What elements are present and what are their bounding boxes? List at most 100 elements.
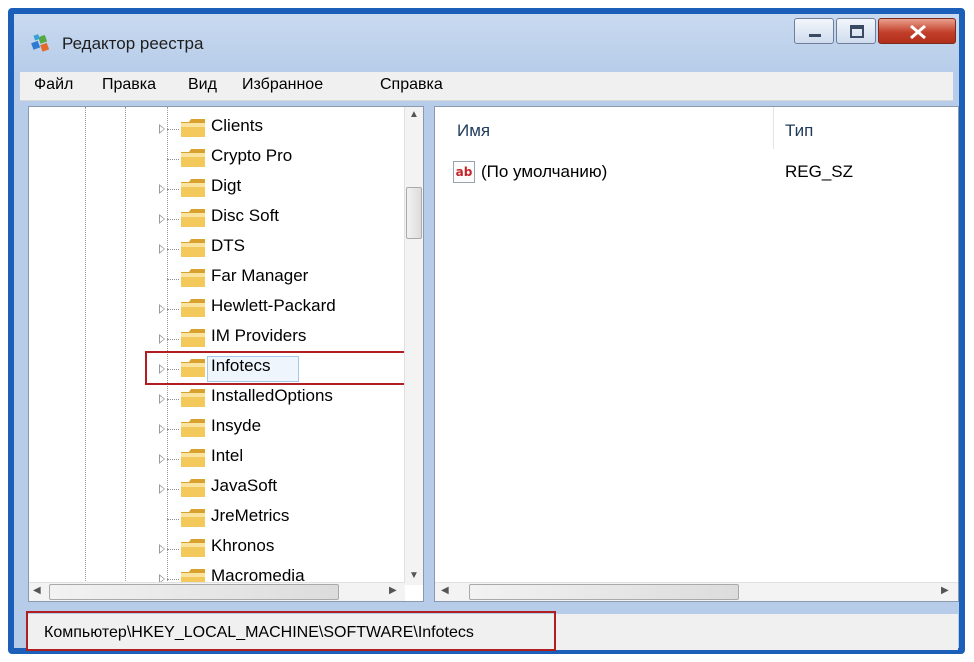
tree-item-label: Far Manager	[211, 266, 309, 285]
tree-connector	[167, 459, 179, 460]
tree-item-label: Infotecs	[211, 356, 271, 375]
folder-icon	[180, 388, 206, 408]
expand-arrow-icon[interactable]	[159, 424, 165, 434]
folder-icon	[180, 508, 206, 528]
expand-arrow-icon[interactable]	[159, 544, 165, 554]
tree-item-label: Clients	[211, 116, 263, 135]
tree-item-label: Intel	[211, 446, 244, 465]
menu-favorites[interactable]: Избранное	[242, 76, 323, 94]
folder-icon	[180, 538, 206, 558]
tree-item[interactable]: Crypto Pro	[29, 143, 409, 173]
tree-item[interactable]: DTS	[29, 233, 409, 263]
tree-connector	[167, 519, 179, 520]
tree-vscroll-thumb[interactable]	[406, 187, 422, 239]
tree-connector	[167, 579, 179, 580]
tree-item-label: DTS	[211, 236, 245, 255]
minimize-button[interactable]	[794, 18, 834, 44]
window-title: Редактор реестра	[62, 34, 204, 53]
menu-edit[interactable]: Правка	[102, 76, 156, 94]
maximize-button[interactable]	[836, 18, 876, 44]
column-header-type[interactable]: Тип	[785, 121, 813, 141]
scroll-left-arrow-icon[interactable]: ◀	[441, 585, 449, 596]
tree-connector	[167, 489, 179, 490]
menu-view[interactable]: Вид	[188, 76, 217, 94]
tree-item[interactable]: IM Providers	[29, 323, 409, 353]
tree-connector	[167, 189, 179, 190]
tree-item-label: Insyde	[211, 416, 262, 435]
tree-item-label: Digt	[211, 176, 242, 195]
tree-connector	[167, 129, 179, 130]
expand-arrow-icon[interactable]	[159, 394, 165, 404]
tree-item-label: Hewlett-Packard	[211, 296, 336, 315]
list-hscroll-thumb[interactable]	[469, 584, 739, 600]
tree-connector	[167, 279, 179, 280]
expand-arrow-icon[interactable]	[159, 454, 165, 464]
value-name: (По умолчанию)	[481, 162, 608, 181]
value-type: REG_SZ	[785, 162, 854, 181]
tree-connector	[167, 219, 179, 220]
expand-arrow-icon[interactable]	[159, 334, 165, 344]
expand-arrow-icon[interactable]	[159, 484, 165, 494]
scroll-right-arrow-icon[interactable]: ▶	[389, 585, 397, 596]
scroll-left-arrow-icon[interactable]: ◀	[33, 585, 41, 596]
folder-icon	[180, 478, 206, 498]
tree-connector	[167, 549, 179, 550]
menu-bar: Файл Правка Вид Избранное Справка	[20, 72, 953, 101]
folder-icon	[180, 298, 206, 318]
tree-item[interactable]: Insyde	[29, 413, 409, 443]
menu-help[interactable]: Справка	[380, 76, 443, 94]
tree-connector	[167, 339, 179, 340]
expand-arrow-icon[interactable]	[159, 304, 165, 314]
tree-connector	[167, 249, 179, 250]
tree-item[interactable]: Hewlett-Packard	[29, 293, 409, 323]
tree-item[interactable]: Disc Soft	[29, 203, 409, 233]
menu-file[interactable]: Файл	[34, 76, 73, 94]
registry-editor-window: Редактор реестра Файл Правка Вид Избранн…	[8, 8, 965, 654]
expand-arrow-icon[interactable]	[159, 364, 165, 374]
folder-icon	[180, 208, 206, 228]
tree-item[interactable]: Digt	[29, 173, 409, 203]
value-row[interactable]: ab (По умолчанию) REG_SZ	[435, 159, 958, 185]
string-value-icon: ab	[453, 161, 475, 183]
tree-item[interactable]: JreMetrics	[29, 503, 409, 533]
tree-item-label: IM Providers	[211, 326, 307, 345]
tree-item[interactable]: Intel	[29, 443, 409, 473]
registry-editor-icon	[30, 32, 52, 54]
tree-hscroll-thumb[interactable]	[49, 584, 339, 600]
tree-connector	[167, 399, 179, 400]
folder-icon	[180, 328, 206, 348]
close-button[interactable]	[878, 18, 956, 44]
tree-connector	[167, 159, 179, 160]
close-icon	[910, 24, 926, 40]
current-key-path: Компьютер\HKEY_LOCAL_MACHINE\SOFTWARE\In…	[44, 624, 474, 641]
column-separator[interactable]	[773, 107, 774, 149]
tree-vertical-scrollbar[interactable]: ▲ ▼	[404, 107, 423, 585]
tree-item[interactable]: Khronos	[29, 533, 409, 563]
scroll-up-arrow-icon[interactable]: ▲	[409, 109, 419, 120]
title-bar[interactable]: Редактор реестра	[14, 14, 959, 70]
tree-horizontal-scrollbar[interactable]: ◀ ▶	[29, 582, 405, 601]
values-list[interactable]: Имя Тип ab (По умолчанию) REG_SZ ◀ ▶	[434, 106, 959, 602]
expand-arrow-icon[interactable]	[159, 244, 165, 254]
list-horizontal-scrollbar[interactable]: ◀ ▶	[435, 582, 958, 601]
tree-item-label: Disc Soft	[211, 206, 280, 225]
tree-item-label: Crypto Pro	[211, 146, 293, 165]
scroll-down-arrow-icon[interactable]: ▼	[409, 570, 419, 581]
registry-tree[interactable]: Clients Crypto Pro Digt Disc Soft DTS Far Man…	[28, 106, 424, 602]
tree-item-label: JreMetrics	[211, 506, 290, 525]
tree-item[interactable]: JavaSoft	[29, 473, 409, 503]
folder-icon	[180, 148, 206, 168]
column-header-name[interactable]: Имя	[457, 121, 490, 141]
tree-item[interactable]: InstalledOptions	[29, 383, 409, 413]
folder-icon	[180, 358, 206, 378]
expand-arrow-icon[interactable]	[159, 184, 165, 194]
expand-arrow-icon[interactable]	[159, 124, 165, 134]
tree-item[interactable]: Infotecs	[29, 353, 409, 383]
folder-icon	[180, 448, 206, 468]
folder-icon	[180, 238, 206, 258]
expand-arrow-icon[interactable]	[159, 214, 165, 224]
scroll-right-arrow-icon[interactable]: ▶	[941, 585, 949, 596]
status-bar: Компьютер\HKEY_LOCAL_MACHINE\SOFTWARE\In…	[28, 614, 958, 650]
tree-item[interactable]: Far Manager	[29, 263, 409, 293]
tree-item[interactable]: Clients	[29, 113, 409, 143]
